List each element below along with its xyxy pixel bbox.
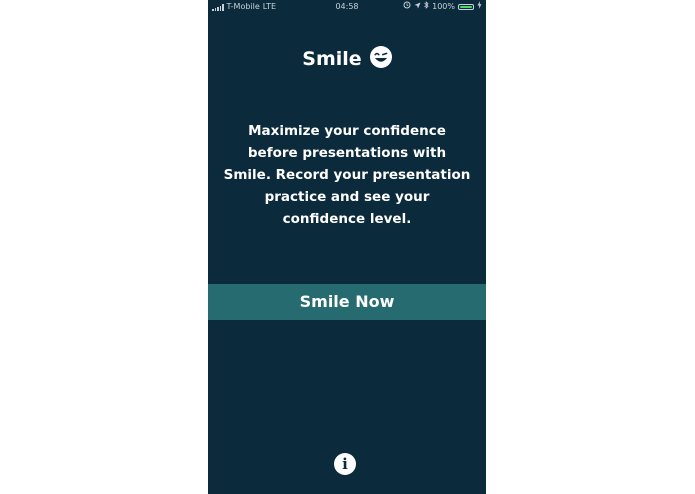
app-title: Smile (302, 48, 362, 70)
winking-smile-icon (369, 46, 392, 72)
bluetooth-icon (424, 0, 429, 14)
battery-icon (458, 4, 474, 10)
app-screen: T-Mobile LTE 04:58 100% Smile Maximize y… (208, 0, 486, 494)
smile-now-button[interactable]: Smile Now (208, 284, 486, 320)
status-bar: T-Mobile LTE 04:58 100% (208, 0, 486, 14)
app-description: Maximize your confidence before presenta… (223, 123, 471, 227)
location-icon (414, 0, 421, 14)
battery-fill (460, 6, 472, 8)
battery-percent: 100% (432, 2, 455, 11)
alarm-icon (403, 0, 411, 14)
status-right: 100% (403, 0, 482, 14)
charging-icon (477, 0, 482, 14)
info-icon[interactable]: i (334, 453, 356, 475)
app-header: Smile (208, 46, 486, 72)
